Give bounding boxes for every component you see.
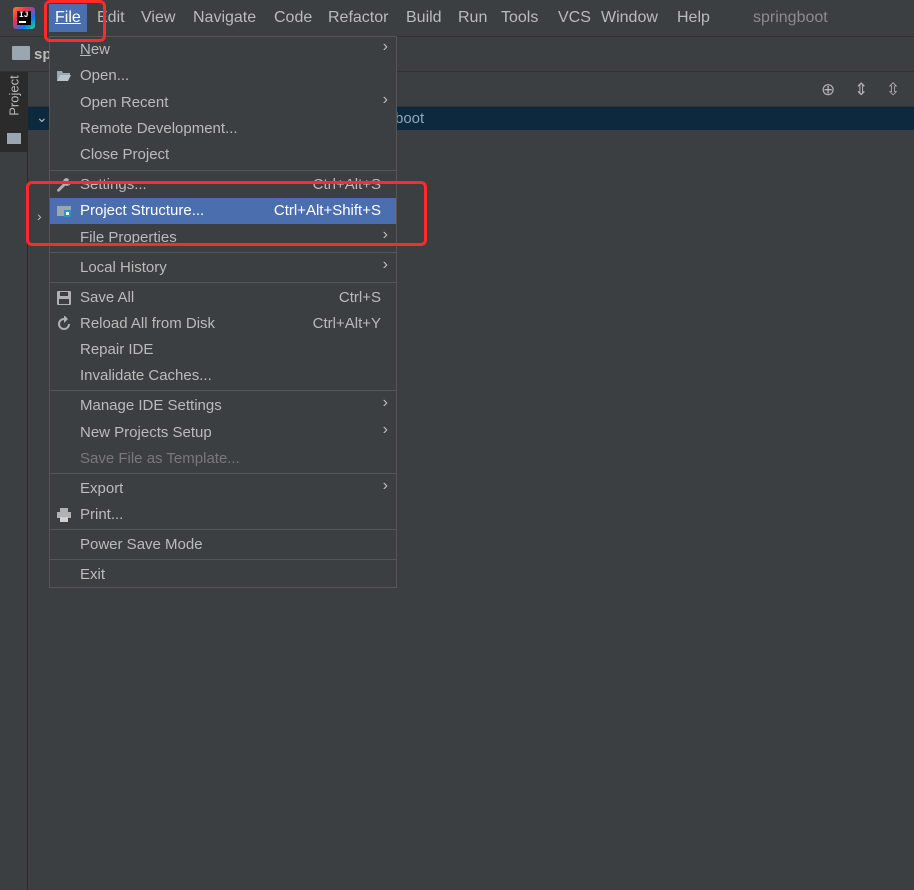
menu-vcs[interactable]: VCS [558,9,591,27]
folder-open-icon [57,71,71,81]
chevron-right-icon: › [382,38,388,55]
menu-bar: IJ File Edit View Navigate Code Refactor… [0,0,914,37]
project-title: springboot [753,9,828,26]
menu-item-invalidate-caches[interactable]: Invalidate Caches... [50,363,396,389]
print-icon [57,508,71,522]
chevron-right-icon: › [382,394,388,411]
menu-help[interactable]: Help [677,9,710,27]
menu-item-print[interactable]: Print... [50,502,396,528]
menu-item-close-project[interactable]: Close Project [50,142,396,168]
locate-icon[interactable]: ⊕ [821,80,835,100]
menu-separator [50,473,396,474]
left-tool-strip [0,72,28,890]
menu-window[interactable]: Window [601,9,658,27]
menu-navigate[interactable]: Navigate [193,9,256,27]
menu-separator [50,252,396,253]
menu-separator [50,282,396,283]
project-tab-label[interactable]: Project [7,66,22,126]
menu-item-open-recent[interactable]: Open Recent › [50,90,396,116]
chevron-down-icon[interactable]: ⌄ [36,109,48,126]
chevron-right-icon: › [382,256,388,273]
menu-build[interactable]: Build [406,9,442,27]
menu-item-power-save-mode[interactable]: Power Save Mode [50,532,396,558]
highlight-box-file-menu [44,0,106,42]
menu-separator [50,390,396,391]
menu-separator [50,559,396,560]
collapse-all-icon[interactable]: ⇳ [886,80,900,100]
menu-item-local-history[interactable]: Local History › [50,255,396,281]
menu-item-export[interactable]: Export › [50,476,396,502]
chevron-right-icon: › [382,477,388,494]
chevron-right-icon: › [382,421,388,438]
menu-item-open[interactable]: Open... [50,63,396,89]
folder-icon [12,46,30,60]
menu-run[interactable]: Run [458,9,487,27]
menu-code[interactable]: Code [274,9,312,27]
menu-item-reload-all[interactable]: Reload All from Disk Ctrl+Alt+Y [50,311,396,337]
menu-separator [50,170,396,171]
menu-item-manage-ide-settings[interactable]: Manage IDE Settings › [50,393,396,419]
highlight-box-project-structure [26,181,427,246]
tree-row-label[interactable]: boot [395,110,424,127]
reload-icon [58,316,70,330]
file-menu-dropdown: New › Open... Open Recent › Remote Devel… [49,36,397,588]
menu-item-new-projects-setup[interactable]: New Projects Setup › [50,420,396,446]
menu-item-repair-ide[interactable]: Repair IDE [50,337,396,363]
chevron-right-icon: › [382,91,388,108]
menu-item-remote-development[interactable]: Remote Development... [50,116,396,142]
project-folder-icon [7,133,21,144]
menu-tools[interactable]: Tools [501,9,538,27]
menu-item-exit[interactable]: Exit [50,562,396,588]
menu-item-save-file-as-template: Save File as Template... [80,450,240,467]
intellij-logo-icon: IJ [13,7,35,29]
expand-all-icon[interactable]: ⇕ [854,80,868,100]
menu-refactor[interactable]: Refactor [328,9,388,27]
menu-item-save-all[interactable]: Save All Ctrl+S [50,285,396,311]
menu-separator [50,529,396,530]
save-icon [57,291,71,305]
menu-view[interactable]: View [141,9,175,27]
